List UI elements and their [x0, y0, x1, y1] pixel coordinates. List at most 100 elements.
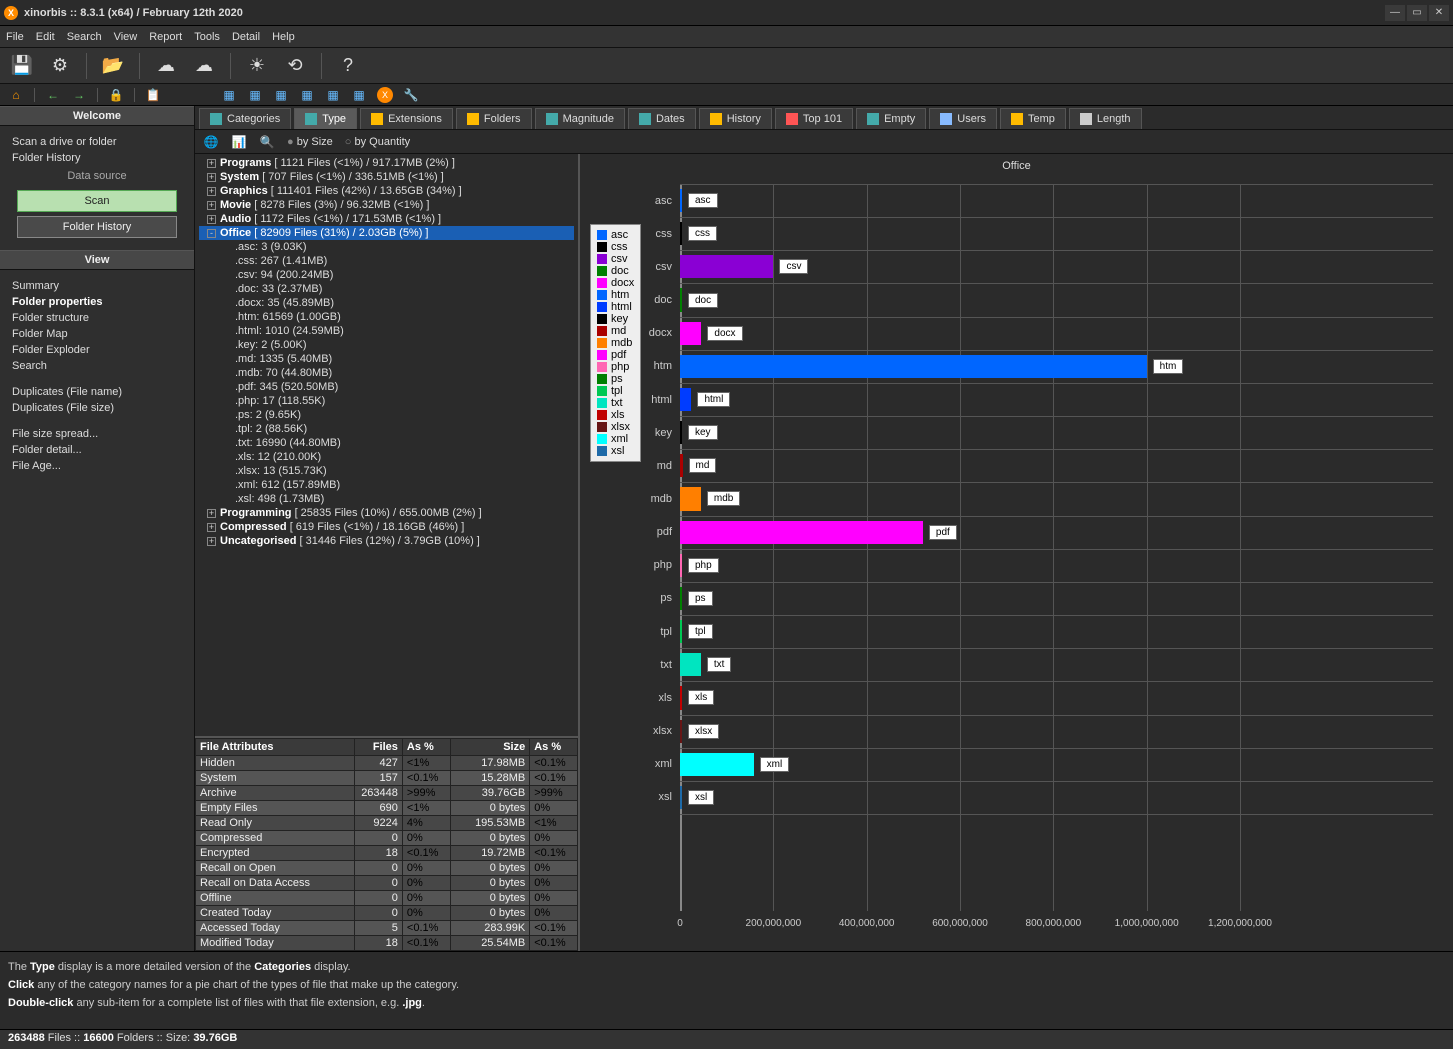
tab-type[interactable]: Type — [294, 108, 357, 129]
tree-category[interactable]: +Graphics [ 111401 Files (42%) / 13.65GB… — [199, 184, 574, 198]
tree-category[interactable]: +Uncategorised [ 31446 Files (12%) / 3.7… — [199, 534, 574, 548]
tree-extension[interactable]: .asc: 3 (9.03K) — [199, 240, 574, 254]
view-link[interactable]: Folder structure — [12, 310, 182, 326]
tree-extension[interactable]: .key: 2 (5.00K) — [199, 338, 574, 352]
tab-categories[interactable]: Categories — [199, 108, 291, 129]
help-icon[interactable]: ? — [334, 52, 362, 80]
bar[interactable] — [680, 521, 923, 544]
sun-icon[interactable]: ☀ — [243, 52, 271, 80]
doc6-icon[interactable]: ▦ — [351, 87, 367, 103]
save-icon[interactable]: 💾 — [8, 52, 36, 80]
bar[interactable] — [680, 653, 701, 676]
tree-extension[interactable]: .md: 1335 (5.40MB) — [199, 352, 574, 366]
forward-icon[interactable]: → — [71, 87, 87, 103]
doc5-icon[interactable]: ▦ — [325, 87, 341, 103]
tree-extension[interactable]: .mdb: 70 (44.80MB) — [199, 366, 574, 380]
menu-tools[interactable]: Tools — [194, 31, 220, 43]
bar[interactable] — [680, 753, 754, 776]
bar[interactable] — [680, 487, 701, 510]
view-link[interactable]: Folder detail... — [12, 442, 182, 458]
tree-extension[interactable]: .xls: 12 (210.00K) — [199, 450, 574, 464]
tree-extension[interactable]: .tpl: 2 (88.56K) — [199, 422, 574, 436]
folder-history-button[interactable]: Folder History — [17, 216, 177, 238]
bar[interactable] — [680, 222, 682, 245]
refresh-icon[interactable]: ⟲ — [281, 52, 309, 80]
menu-file[interactable]: File — [6, 31, 24, 43]
bar[interactable] — [680, 720, 682, 743]
menu-edit[interactable]: Edit — [36, 31, 55, 43]
tree-extension[interactable]: .csv: 94 (200.24MB) — [199, 268, 574, 282]
view-link[interactable]: Duplicates (File size) — [12, 400, 182, 416]
view-link[interactable]: Search — [12, 358, 182, 374]
close-button[interactable]: ✕ — [1429, 5, 1449, 21]
scan-drive-link[interactable]: Scan a drive or folder — [12, 134, 182, 150]
bar[interactable] — [680, 454, 683, 477]
tree-extension[interactable]: .docx: 35 (45.89MB) — [199, 296, 574, 310]
view-link[interactable]: File size spread... — [12, 426, 182, 442]
tree-category[interactable]: +Programming [ 25835 Files (10%) / 655.0… — [199, 506, 574, 520]
minimize-button[interactable]: — — [1385, 5, 1405, 21]
bar[interactable] — [680, 686, 682, 709]
clipboard-icon[interactable]: 📋 — [145, 87, 161, 103]
gear-icon[interactable]: ⚙ — [46, 52, 74, 80]
tab-dates[interactable]: Dates — [628, 108, 696, 129]
tab-top-101[interactable]: Top 101 — [775, 108, 853, 129]
bar[interactable] — [680, 189, 682, 212]
bar[interactable] — [680, 587, 682, 610]
bar[interactable] — [680, 388, 691, 411]
globe-icon[interactable]: 🌐 — [203, 134, 219, 150]
tree-extension[interactable]: .ps: 2 (9.65K) — [199, 408, 574, 422]
x-icon[interactable]: X — [377, 87, 393, 103]
bar[interactable] — [680, 421, 682, 444]
lock-icon[interactable]: 🔒 — [108, 87, 124, 103]
cloud-refresh-icon[interactable]: ☁ — [190, 52, 218, 80]
back-icon[interactable]: ← — [45, 87, 61, 103]
bar[interactable] — [680, 554, 682, 577]
chart-icon[interactable]: 📊 — [231, 134, 247, 150]
menu-search[interactable]: Search — [67, 31, 102, 43]
bar[interactable] — [680, 322, 701, 345]
tab-magnitude[interactable]: Magnitude — [535, 108, 625, 129]
menu-help[interactable]: Help — [272, 31, 295, 43]
view-link[interactable]: Folder properties — [12, 294, 182, 310]
tree-extension[interactable]: .xlsx: 13 (515.73K) — [199, 464, 574, 478]
home-icon[interactable]: ⌂ — [8, 87, 24, 103]
tree-category[interactable]: +System [ 707 Files (<1%) / 336.51MB (<1… — [199, 170, 574, 184]
bar[interactable] — [680, 255, 773, 278]
tab-history[interactable]: History — [699, 108, 772, 129]
menu-report[interactable]: Report — [149, 31, 182, 43]
bar[interactable] — [680, 620, 682, 643]
tree-category[interactable]: +Audio [ 1172 Files (<1%) / 171.53MB (<1… — [199, 212, 574, 226]
view-link[interactable]: Folder Map — [12, 326, 182, 342]
doc2-icon[interactable]: ▦ — [247, 87, 263, 103]
tree-extension[interactable]: .html: 1010 (24.59MB) — [199, 324, 574, 338]
bar[interactable] — [680, 288, 682, 311]
doc1-icon[interactable]: ▦ — [221, 87, 237, 103]
tab-extensions[interactable]: Extensions — [360, 108, 453, 129]
tab-folders[interactable]: Folders — [456, 108, 532, 129]
menu-detail[interactable]: Detail — [232, 31, 260, 43]
view-link[interactable]: File Age... — [12, 458, 182, 474]
tab-users[interactable]: Users — [929, 108, 997, 129]
sort-by-quantity-radio[interactable]: by Quantity — [345, 136, 410, 148]
tree-extension[interactable]: .css: 267 (1.41MB) — [199, 254, 574, 268]
tree-extension[interactable]: .xml: 612 (157.89MB) — [199, 478, 574, 492]
doc3-icon[interactable]: ▦ — [273, 87, 289, 103]
maximize-button[interactable]: ▭ — [1407, 5, 1427, 21]
folder-history-link[interactable]: Folder History — [12, 150, 182, 166]
category-tree[interactable]: +Programs [ 1121 Files (<1%) / 917.17MB … — [195, 154, 578, 736]
menu-view[interactable]: View — [114, 31, 138, 43]
bar[interactable] — [680, 786, 682, 809]
wrench-icon[interactable]: 🔧 — [403, 87, 419, 103]
tree-category[interactable]: +Programs [ 1121 Files (<1%) / 917.17MB … — [199, 156, 574, 170]
tree-extension[interactable]: .txt: 16990 (44.80MB) — [199, 436, 574, 450]
view-link[interactable]: Summary — [12, 278, 182, 294]
sort-by-size-radio[interactable]: by Size — [287, 136, 333, 148]
tree-extension[interactable]: .htm: 61569 (1.00GB) — [199, 310, 574, 324]
scan-button[interactable]: Scan — [17, 190, 177, 212]
view-link[interactable]: Folder Exploder — [12, 342, 182, 358]
tree-category[interactable]: -Office [ 82909 Files (31%) / 2.03GB (5%… — [199, 226, 574, 240]
tab-empty[interactable]: Empty — [856, 108, 926, 129]
tab-length[interactable]: Length — [1069, 108, 1142, 129]
tree-category[interactable]: +Compressed [ 619 Files (<1%) / 18.16GB … — [199, 520, 574, 534]
